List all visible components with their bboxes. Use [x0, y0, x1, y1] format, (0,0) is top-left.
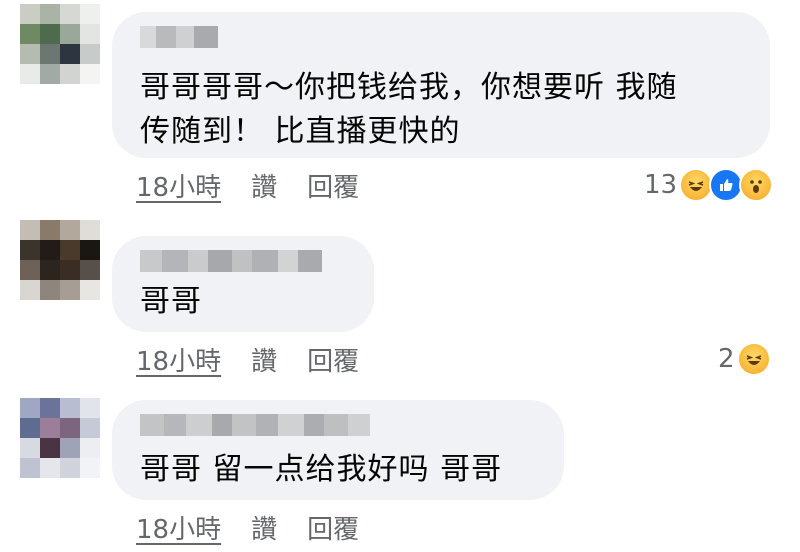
comment-text: 哥哥哥哥～你把钱给我，你想要听 我随 传随到！ 比直播更快的 — [140, 70, 678, 149]
timestamp-link[interactable]: 18小時 — [136, 509, 221, 546]
comment-text: 哥哥 留一点给我好吗 哥哥 — [140, 452, 503, 487]
reaction-count: 2 — [718, 344, 735, 374]
like-button[interactable]: 讚 — [251, 341, 277, 378]
like-button[interactable]: 讚 — [251, 167, 277, 204]
like-icon — [709, 168, 744, 202]
author-name-blurred[interactable] — [140, 26, 218, 56]
avatar[interactable] — [20, 4, 100, 84]
comment-bubble: 哥哥哥哥～你把钱给我，你想要听 我随 传随到！ 比直播更快的 — [112, 12, 770, 158]
author-name-blurred[interactable] — [140, 250, 322, 280]
reaction-count: 13 — [644, 170, 678, 200]
timestamp-link[interactable]: 18小時 — [136, 341, 221, 378]
author-name-blurred[interactable] — [140, 414, 370, 444]
reply-button[interactable]: 回覆 — [307, 341, 359, 378]
avatar[interactable] — [20, 398, 100, 478]
wow-icon — [739, 168, 774, 202]
reaction-summary[interactable]: 2 — [718, 342, 771, 376]
comment-actions: 18小時 讚 回覆 — [136, 509, 359, 546]
reaction-summary[interactable]: 13 — [644, 168, 774, 202]
comment-text: 哥哥 — [140, 284, 202, 319]
haha-icon — [736, 342, 771, 376]
haha-icon — [679, 168, 714, 202]
timestamp-link[interactable]: 18小時 — [136, 167, 221, 204]
comment-bubble: 哥哥 留一点给我好吗 哥哥 — [112, 400, 564, 500]
avatar[interactable] — [20, 220, 100, 300]
comment-bubble: 哥哥 — [112, 236, 374, 332]
comment-actions: 18小時 讚 回覆 — [136, 341, 359, 378]
like-button[interactable]: 讚 — [251, 509, 277, 546]
reply-button[interactable]: 回覆 — [307, 509, 359, 546]
comment-actions: 18小時 讚 回覆 — [136, 167, 359, 204]
reply-button[interactable]: 回覆 — [307, 167, 359, 204]
